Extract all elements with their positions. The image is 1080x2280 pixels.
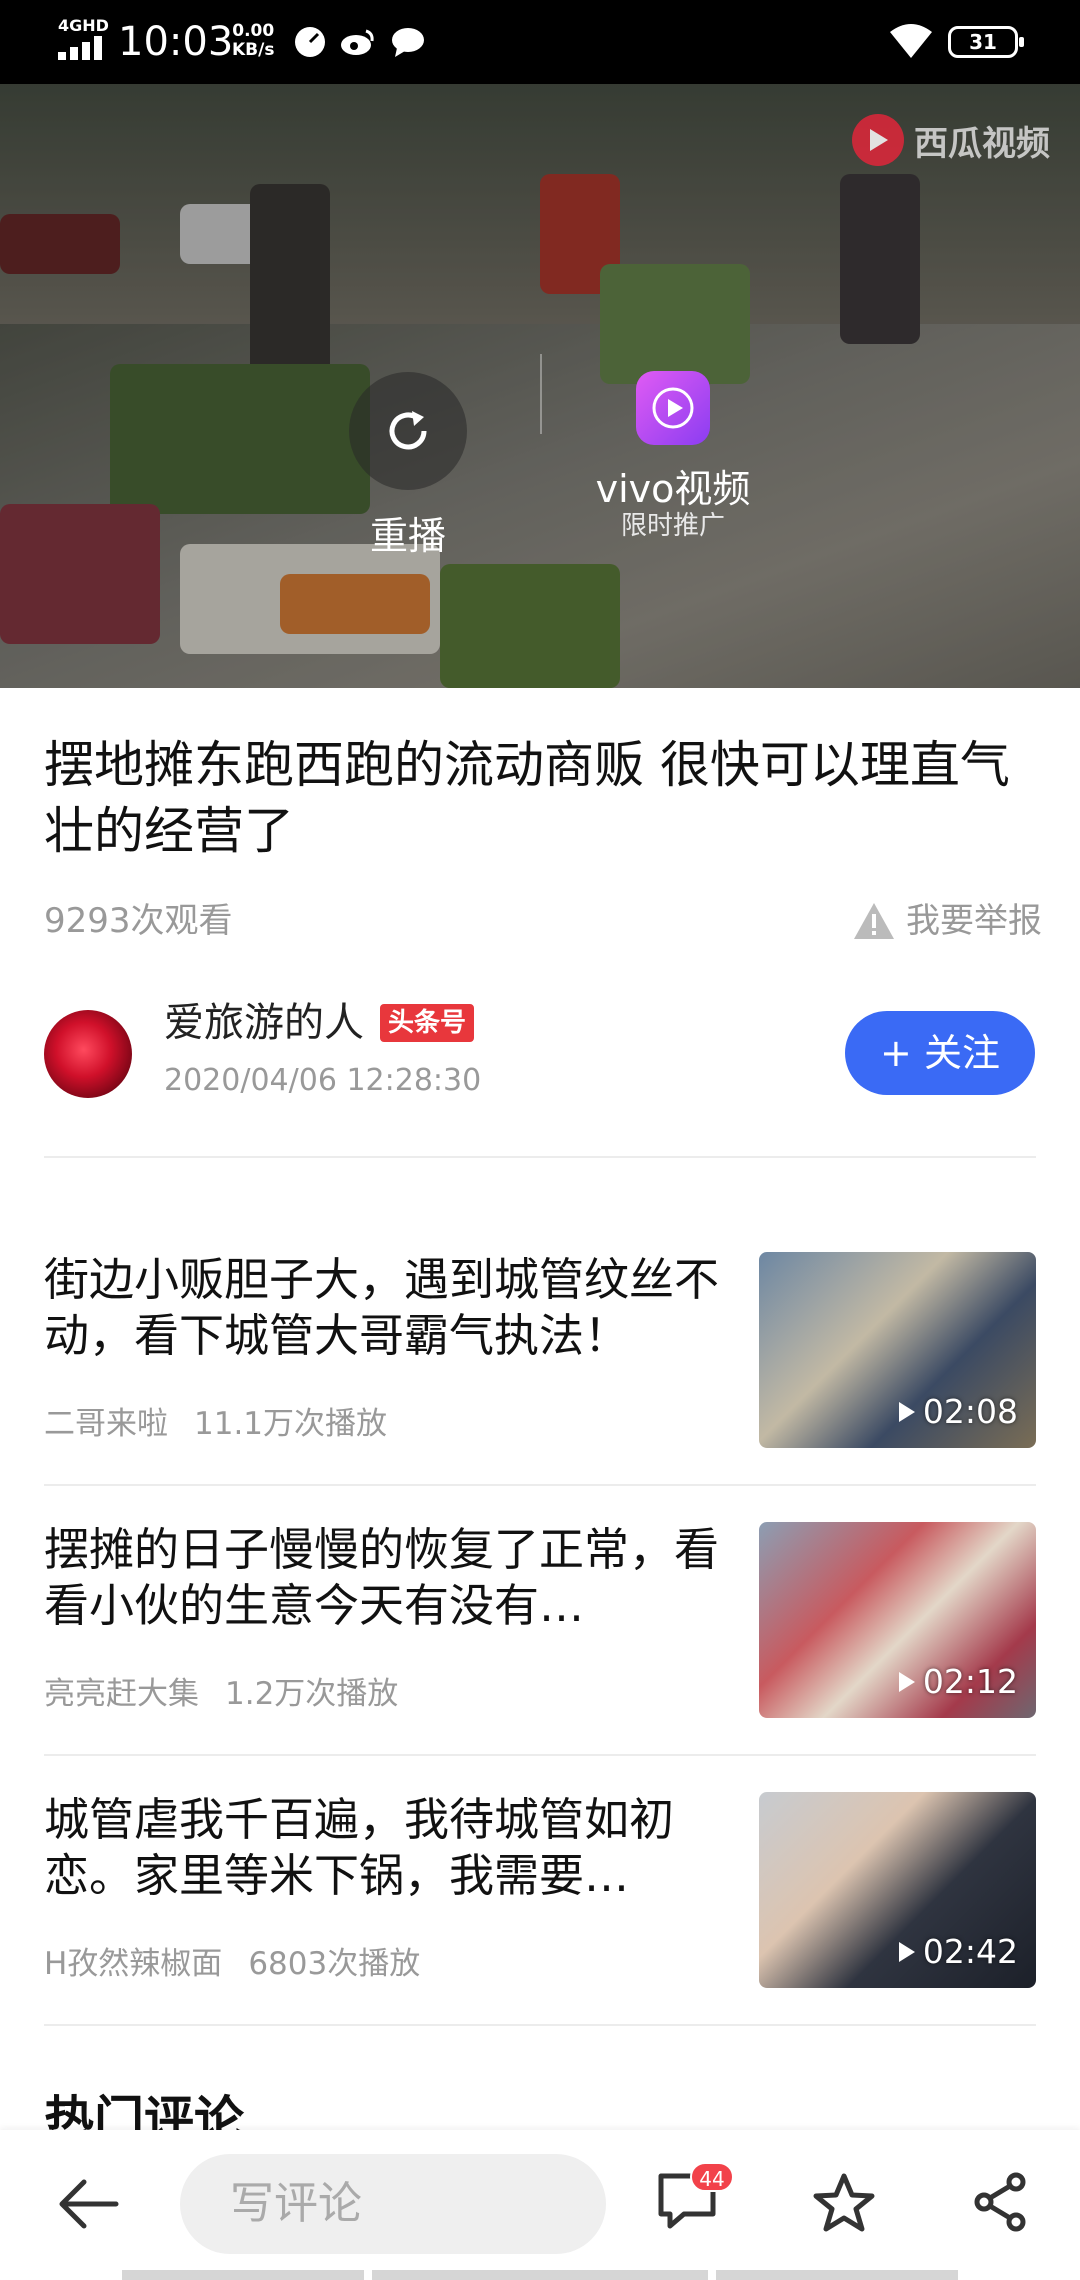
related-plays: 1.2万次播放	[225, 1676, 399, 1712]
related-meta: H孜然辣椒面 6803次播放	[44, 1944, 420, 1984]
author-avatar[interactable]	[44, 1010, 132, 1098]
divider	[44, 2024, 1036, 2026]
duration-label: 02:12	[897, 1662, 1018, 1702]
view-count: 9293次观看	[44, 901, 233, 941]
replay-button[interactable]: 重播	[348, 372, 468, 558]
related-meta: 二哥来啦 11.1万次播放	[44, 1404, 387, 1444]
related-source: 二哥来啦	[44, 1406, 168, 1442]
xigua-watermark: 西瓜视频	[852, 114, 1050, 166]
related-thumbnail[interactable]: 02:42	[759, 1792, 1036, 1988]
network-type: 4GHD	[58, 16, 109, 35]
related-title[interactable]: 城管虐我千百遍，我待城管如初恋。家里等米下锅，我需要…	[44, 1792, 744, 1904]
share-icon[interactable]	[972, 2172, 1028, 2232]
xigua-logo-icon	[852, 114, 904, 166]
play-icon	[898, 1672, 915, 1692]
vivo-video-app-icon[interactable]	[636, 371, 710, 445]
video-player[interactable]: 西瓜视频 重播 vivo视频 限时推广	[0, 84, 1080, 688]
related-title[interactable]: 街边小贩胆子大，遇到城管纹丝不动，看下城管大哥霸气执法！	[44, 1252, 744, 1364]
nav-indicator	[122, 2270, 364, 2280]
network-speed: 0.00 KB/s	[232, 21, 275, 60]
nav-indicator	[716, 2270, 958, 2280]
comment-count-badge: 44	[690, 2162, 734, 2192]
related-plays: 11.1万次播放	[194, 1406, 388, 1442]
related-source: H孜然辣椒面	[44, 1946, 223, 1982]
comment-input[interactable]: 写评论	[180, 2154, 606, 2254]
divider	[540, 354, 542, 434]
arrow-left-icon[interactable]	[56, 2176, 120, 2232]
vivo-video-promo[interactable]: vivo视频 限时推广	[588, 349, 758, 541]
author-name[interactable]: 爱旅游的人	[164, 998, 364, 1048]
status-bar: 4GHD 10:03 0.00 KB/s 31	[0, 0, 1080, 84]
clock: 10:03	[118, 19, 234, 65]
warning-triangle-icon	[854, 903, 894, 939]
publish-date: 2020/04/06 12:28:30	[164, 1063, 482, 1098]
duration-label: 02:42	[897, 1932, 1018, 1972]
divider	[44, 1484, 1036, 1486]
follow-button[interactable]: + 关注	[845, 1011, 1035, 1095]
related-thumbnail[interactable]: 02:08	[759, 1252, 1036, 1448]
toutiao-badge: 头条号	[380, 1004, 475, 1042]
related-source: 亮亮赶大集	[44, 1676, 199, 1712]
author-name-row[interactable]: 爱旅游的人 头条号	[164, 998, 475, 1048]
play-icon	[898, 1402, 915, 1422]
battery-icon: 31	[948, 26, 1024, 58]
play-icon	[898, 1942, 915, 1962]
related-meta: 亮亮赶大集 1.2万次播放	[44, 1674, 398, 1714]
speedometer-icon	[292, 24, 328, 60]
weibo-icon	[340, 24, 376, 60]
signal-icon	[58, 36, 104, 60]
related-thumbnail[interactable]: 02:12	[759, 1522, 1036, 1718]
nav-indicator	[372, 2270, 708, 2280]
wifi-icon	[888, 20, 934, 60]
star-icon[interactable]	[812, 2172, 876, 2234]
divider	[44, 1754, 1036, 1756]
replay-icon[interactable]	[349, 372, 467, 490]
related-plays: 6803次播放	[248, 1946, 421, 1982]
divider	[44, 1156, 1036, 1158]
related-title[interactable]: 摆摊的日子慢慢的恢复了正常，看看小伙的生意今天有没有…	[44, 1522, 744, 1634]
message-icon	[390, 24, 426, 60]
video-title: 摆地摊东跑西跑的流动商贩 很快可以理直气壮的经营了	[44, 736, 1010, 860]
duration-label: 02:08	[897, 1392, 1018, 1432]
bottom-bar: 写评论 44	[0, 2130, 1080, 2280]
report-button[interactable]: 我要举报	[852, 895, 1042, 947]
